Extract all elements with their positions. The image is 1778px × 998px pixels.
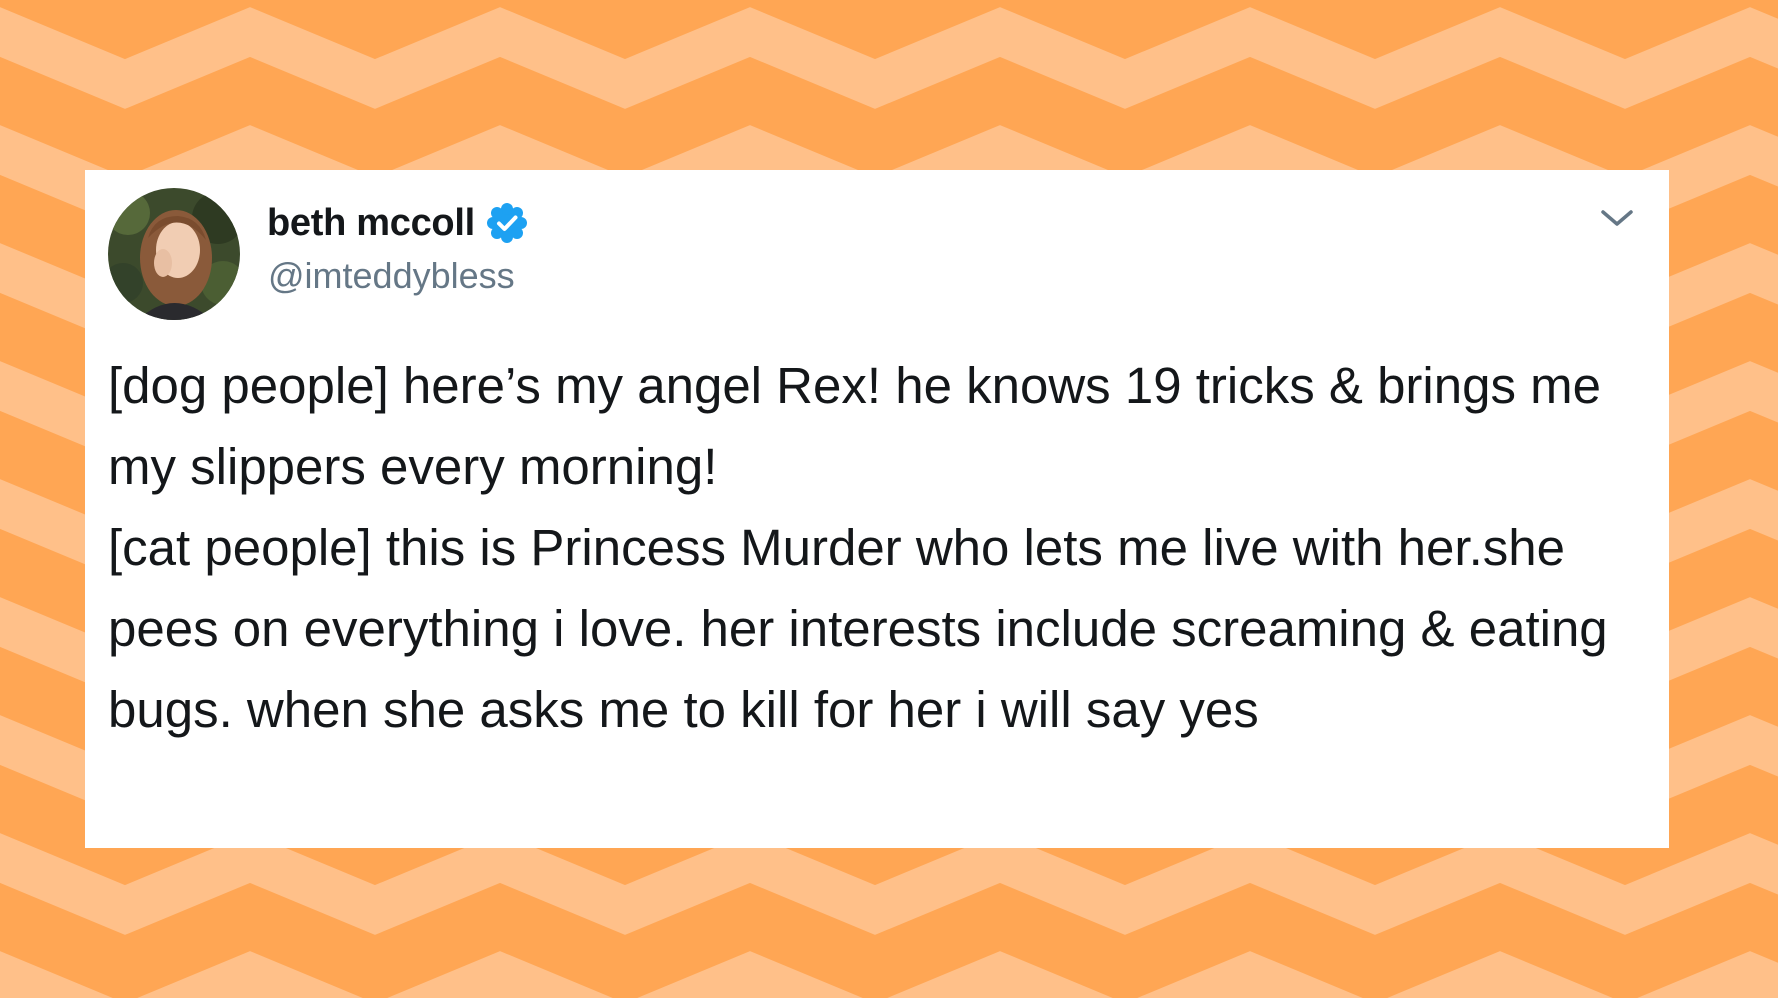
verified-badge-icon (485, 201, 529, 245)
avatar[interactable] (108, 188, 240, 320)
user-handle[interactable]: @imteddybless (268, 255, 515, 297)
author-name-row: beth mccoll (267, 198, 529, 248)
chevron-down-icon[interactable] (1597, 204, 1637, 232)
user-avatar-photo (108, 188, 240, 320)
tweet-card: beth mccoll @imteddybless [dog people] h… (85, 170, 1669, 848)
tweet-text: [dog people] here’s my angel Rex! he kno… (108, 357, 1608, 738)
display-name[interactable]: beth mccoll (267, 202, 475, 245)
